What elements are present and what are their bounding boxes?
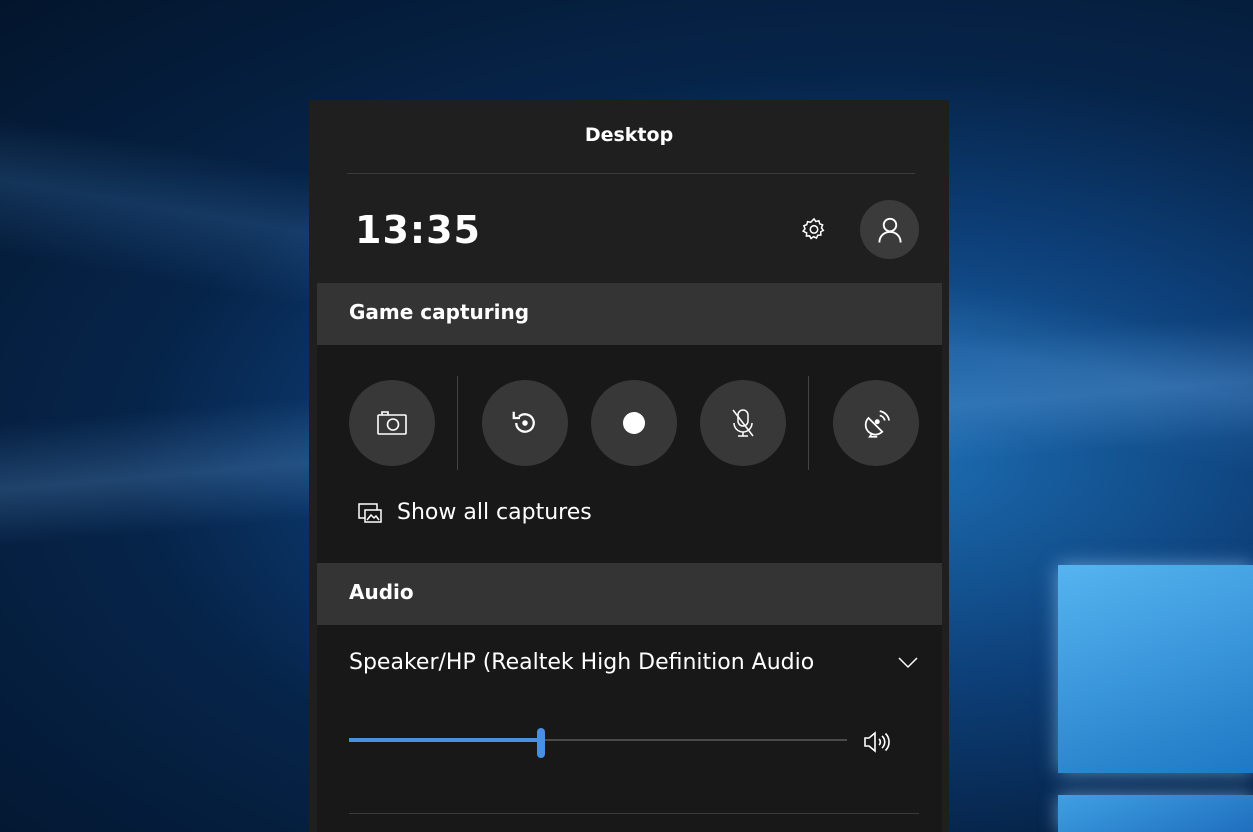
- game-capturing-header: Game capturing: [317, 283, 942, 345]
- slider-thumb[interactable]: [537, 728, 545, 758]
- mic-toggle-button[interactable]: [700, 380, 786, 466]
- separator: [808, 376, 809, 470]
- clock: 13:35: [355, 208, 481, 252]
- screenshot-button[interactable]: [349, 380, 435, 466]
- record-last-icon: [512, 411, 535, 433]
- separator: [457, 376, 458, 470]
- divider: [349, 813, 919, 814]
- record-button[interactable]: [591, 380, 677, 466]
- show-all-captures-link[interactable]: Show all captures: [357, 500, 592, 525]
- gallery-icon: [358, 502, 382, 523]
- record-last-button[interactable]: [482, 380, 568, 466]
- section-title: Game capturing: [349, 300, 530, 324]
- camera-icon: [377, 411, 407, 435]
- mic-off-icon: [732, 409, 754, 437]
- show-all-captures-label: Show all captures: [397, 500, 592, 525]
- person-icon: [877, 217, 902, 243]
- chevron-down-icon: [898, 656, 918, 668]
- wallpaper-window-pane: [1058, 565, 1253, 773]
- volume-button[interactable]: [862, 730, 892, 754]
- broadcast-button[interactable]: [833, 380, 919, 466]
- gear-icon: [801, 217, 825, 240]
- audio-device-dropdown[interactable]: Speaker/HP (Realtek High Definition Audi…: [349, 650, 919, 675]
- slider-fill: [349, 738, 541, 742]
- audio-header: Audio: [317, 563, 942, 625]
- profile-button[interactable]: [860, 200, 919, 259]
- speaker-icon: [864, 731, 890, 753]
- game-bar-panel: Desktop 13:35 Game capturing Show all ca…: [309, 100, 949, 832]
- record-dot-icon: [623, 412, 645, 434]
- wallpaper-window-pane: [1058, 795, 1253, 832]
- broadcast-icon: [864, 410, 890, 438]
- volume-slider[interactable]: [349, 728, 847, 758]
- section-title: Audio: [349, 580, 414, 604]
- settings-button[interactable]: [794, 210, 834, 250]
- audio-device-name: Speaker/HP (Realtek High Definition Audi…: [349, 650, 815, 675]
